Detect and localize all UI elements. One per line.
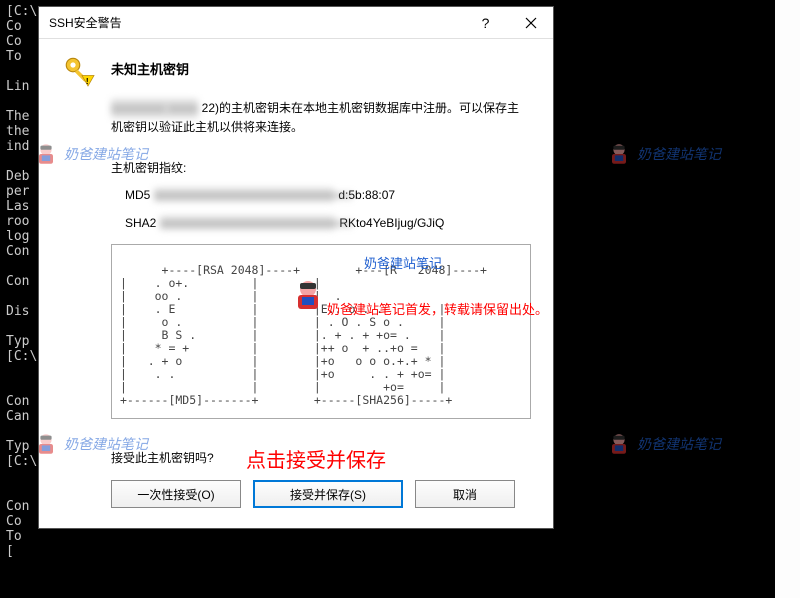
sha-redacted: xxxxxxxxxxxxxxxxxxxxxxxxxxxxxxxx	[160, 216, 335, 230]
dialog-title: SSH安全警告	[49, 14, 463, 31]
svg-text:!: !	[86, 77, 89, 86]
close-button[interactable]	[508, 7, 553, 39]
redacted-host: xxxxxxxxx xxxxx	[111, 99, 198, 118]
dialog-message: xxxxxxxxx xxxxx 22)的主机密钥未在本地主机密钥数据库中注册。可…	[111, 99, 531, 137]
sha-fingerprint: SHA2xxxxxxxxxxxxxxxxxxxxxxxxxxxxxxxxRKto…	[125, 216, 531, 230]
avatar-icon	[288, 275, 328, 315]
ascii-art-fingerprint: +----[RSA 2048]----+ +---[R 2048]----+ |…	[111, 244, 531, 419]
close-icon	[525, 17, 537, 29]
red-copyright-text: 奶爸建站笔记首发，转载请保留出处。	[327, 303, 548, 316]
dialog-heading: 未知主机密钥	[111, 53, 189, 78]
md5-redacted: xxxxxxxxxxxxxxxxxxxxxxxxxxxxxxxxx	[154, 188, 334, 202]
instruction-annotation: 点击接受并保存	[246, 444, 386, 473]
fingerprint-label: 主机密钥指纹:	[111, 159, 531, 176]
help-button[interactable]: ?	[463, 7, 508, 39]
cancel-button[interactable]: 取消	[415, 480, 515, 508]
key-warning-icon: !	[61, 53, 97, 89]
md5-fingerprint: MD5xxxxxxxxxxxxxxxxxxxxxxxxxxxxxxxxxd:5b…	[125, 188, 531, 202]
dialog-titlebar: SSH安全警告 ?	[39, 7, 553, 39]
accept-save-button[interactable]: 接受并保存(S)	[253, 480, 403, 508]
watermark-text-inbox: 奶爸建站笔记	[364, 257, 442, 270]
accept-once-button[interactable]: 一次性接受(O)	[111, 480, 241, 508]
button-row: 一次性接受(O) 接受并保存(S) 取消	[111, 480, 531, 508]
